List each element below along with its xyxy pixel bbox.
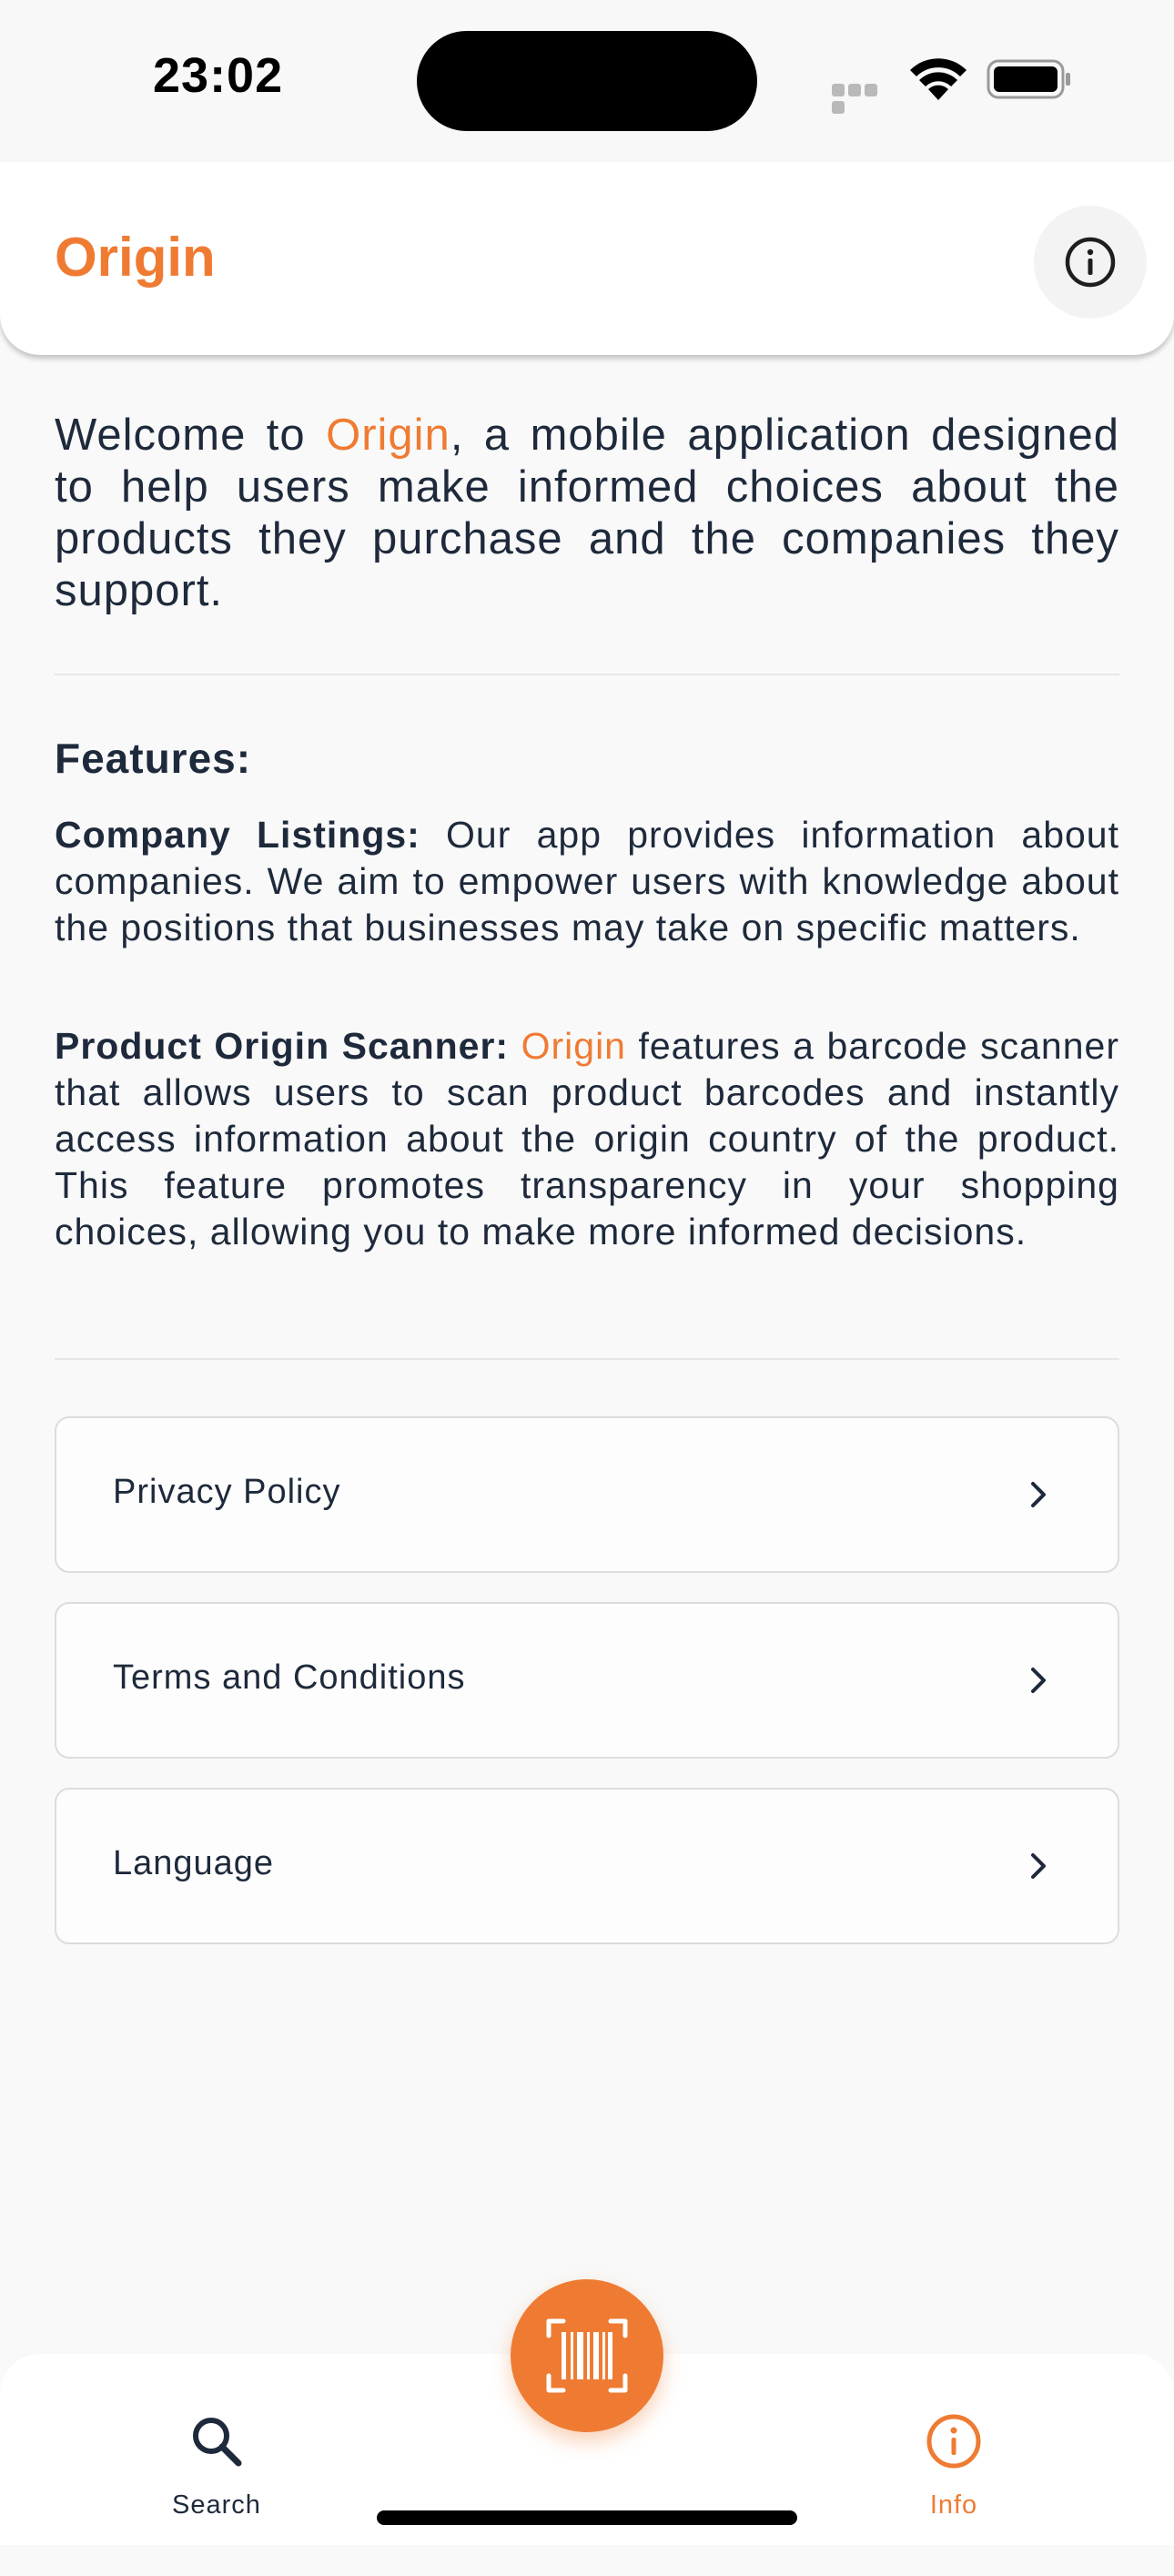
privacy-policy-button[interactable]: Privacy Policy bbox=[55, 1416, 1119, 1573]
menu-item-label: Privacy Policy bbox=[113, 1473, 341, 1511]
feature-label: Company Listings: bbox=[55, 814, 420, 856]
app-header: Origin bbox=[0, 162, 1174, 355]
divider bbox=[55, 674, 1119, 675]
battery-icon bbox=[987, 59, 1070, 99]
feature-product-origin-scanner: Product Origin Scanner: Origin features … bbox=[55, 1023, 1119, 1255]
status-bar: 23:02 bbox=[0, 0, 1174, 162]
tab-search[interactable]: Search bbox=[116, 2412, 317, 2576]
welcome-brand: Origin bbox=[326, 411, 450, 460]
menu-item-label: Language bbox=[113, 1844, 275, 1882]
dynamic-island bbox=[417, 31, 757, 131]
cellular-signal-icon bbox=[832, 84, 896, 114]
info-icon bbox=[926, 2414, 981, 2469]
welcome-prefix: Welcome to bbox=[55, 411, 327, 460]
chevron-right-icon bbox=[1031, 1668, 1046, 1693]
tab-label: Info bbox=[929, 2490, 978, 2520]
home-indicator bbox=[377, 2510, 797, 2525]
search-icon bbox=[193, 2418, 242, 2467]
barcode-scan-icon bbox=[546, 2318, 628, 2393]
feature-company-listings: Company Listings: Our app provides infor… bbox=[55, 812, 1119, 951]
wifi-icon bbox=[910, 58, 967, 100]
feature-brand: Origin bbox=[521, 1025, 626, 1067]
status-time: 23:02 bbox=[153, 48, 284, 103]
divider bbox=[55, 1358, 1119, 1360]
features-title: Features: bbox=[55, 735, 252, 782]
tab-info[interactable]: Info bbox=[854, 2412, 1054, 2576]
scan-barcode-button[interactable] bbox=[511, 2279, 663, 2432]
terms-and-conditions-button[interactable]: Terms and Conditions bbox=[55, 1602, 1119, 1759]
welcome-text: Welcome to Origin, a mobile application … bbox=[55, 410, 1119, 617]
info-button[interactable] bbox=[1034, 206, 1147, 319]
chevron-right-icon bbox=[1031, 1853, 1046, 1879]
page-title: Origin bbox=[55, 227, 216, 288]
chevron-right-icon bbox=[1031, 1482, 1046, 1507]
tab-label: Search bbox=[172, 2490, 261, 2520]
menu-item-label: Terms and Conditions bbox=[113, 1658, 466, 1697]
welcome-section: Welcome to Origin, a mobile application … bbox=[55, 410, 1119, 617]
language-button[interactable]: Language bbox=[55, 1788, 1119, 1944]
feature-label: Product Origin Scanner: bbox=[55, 1025, 510, 1067]
info-icon bbox=[1065, 237, 1116, 288]
